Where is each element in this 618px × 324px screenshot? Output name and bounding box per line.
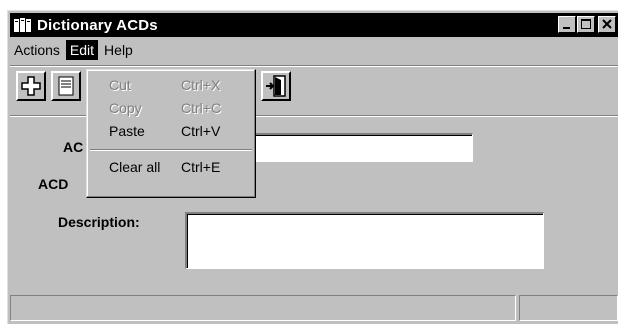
edit-button[interactable] bbox=[51, 71, 81, 101]
menu-item-clear-all[interactable]: Clear all Ctrl+E bbox=[87, 156, 255, 179]
menu-divider bbox=[10, 65, 618, 67]
minimize-button[interactable] bbox=[558, 16, 576, 33]
exit-icon bbox=[266, 75, 286, 97]
acd-label: AC bbox=[63, 139, 84, 155]
menu-item-paste-shortcut: Ctrl+V bbox=[181, 123, 221, 139]
menu-item-cut[interactable]: Cut Ctrl+X bbox=[87, 74, 255, 97]
menu-item-cut-label: Cut bbox=[109, 77, 131, 93]
minimize-icon bbox=[563, 27, 570, 29]
title-bar[interactable]: Dictionary ACDs bbox=[10, 13, 618, 37]
exit-button[interactable] bbox=[261, 71, 291, 101]
menu-item-clear-all-shortcut: Ctrl+E bbox=[181, 159, 221, 175]
menu-item-copy-shortcut: Ctrl+C bbox=[181, 100, 222, 116]
menu-edit[interactable]: Edit bbox=[65, 40, 99, 60]
menu-item-copy[interactable]: Copy Ctrl+C bbox=[87, 97, 255, 120]
books-icon bbox=[13, 16, 35, 34]
menu-item-paste[interactable]: Paste Ctrl+V bbox=[87, 120, 255, 143]
menu-item-paste-label: Paste bbox=[109, 123, 145, 139]
status-bar bbox=[10, 293, 618, 323]
acd-name-label: ACD bbox=[38, 176, 69, 192]
menu-separator bbox=[90, 149, 252, 151]
maximize-icon bbox=[581, 19, 591, 29]
edit-icon bbox=[58, 76, 74, 96]
window-title: Dictionary ACDs bbox=[37, 16, 158, 34]
description-input[interactable] bbox=[185, 212, 544, 269]
menu-bar: Actions Edit Help bbox=[10, 39, 618, 61]
description-label: Description: bbox=[58, 214, 140, 230]
status-pane-main bbox=[10, 295, 516, 321]
status-pane-secondary bbox=[519, 295, 618, 321]
add-icon bbox=[21, 76, 41, 96]
close-icon bbox=[602, 19, 612, 29]
menu-item-copy-label: Copy bbox=[109, 100, 142, 116]
add-button[interactable] bbox=[16, 71, 46, 101]
menu-help[interactable]: Help bbox=[100, 40, 137, 60]
acd-input[interactable] bbox=[236, 133, 473, 162]
menu-item-clear-all-label: Clear all bbox=[109, 159, 161, 175]
close-button[interactable] bbox=[598, 16, 616, 33]
maximize-button[interactable] bbox=[577, 16, 595, 33]
edit-menu-dropdown: Cut Ctrl+X Copy Ctrl+C Paste Ctrl+V Clea… bbox=[86, 69, 256, 198]
menu-item-cut-shortcut: Ctrl+X bbox=[181, 77, 221, 93]
menu-actions[interactable]: Actions bbox=[10, 40, 64, 60]
